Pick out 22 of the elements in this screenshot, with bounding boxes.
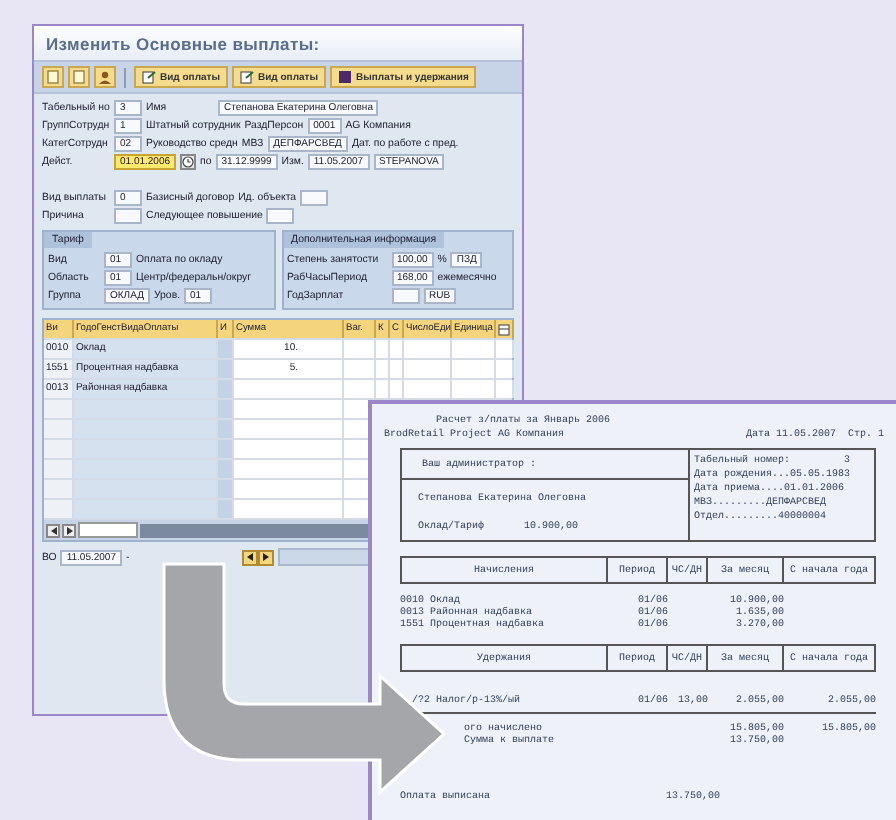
scroll-left-button[interactable]: [46, 523, 60, 537]
input-field[interactable]: [114, 208, 142, 224]
left-arrow-icon: [245, 552, 254, 562]
previous-button[interactable]: [241, 549, 258, 565]
person-icon: [98, 70, 112, 84]
right-arrow-icon: [261, 552, 270, 562]
document-icon: [142, 70, 156, 84]
calendar-button[interactable]: [180, 154, 197, 170]
input-field[interactable]: [266, 208, 295, 224]
scrollbar-thumb[interactable]: [78, 522, 138, 538]
left-arrow-icon: [49, 525, 57, 535]
toolbar-button[interactable]: [42, 66, 64, 88]
toolbar-button[interactable]: [68, 66, 90, 88]
toolbar-button[interactable]: [94, 66, 116, 88]
input-field[interactable]: [391, 288, 419, 304]
right-arrow-icon: [65, 525, 73, 535]
window-title: Изменить Основные выплаты:: [34, 26, 522, 60]
table-settings-icon: [498, 323, 510, 335]
document-icon: [240, 70, 254, 84]
clock-icon: [182, 156, 195, 168]
input-field[interactable]: [300, 190, 329, 206]
scroll-right-button[interactable]: [62, 523, 76, 537]
